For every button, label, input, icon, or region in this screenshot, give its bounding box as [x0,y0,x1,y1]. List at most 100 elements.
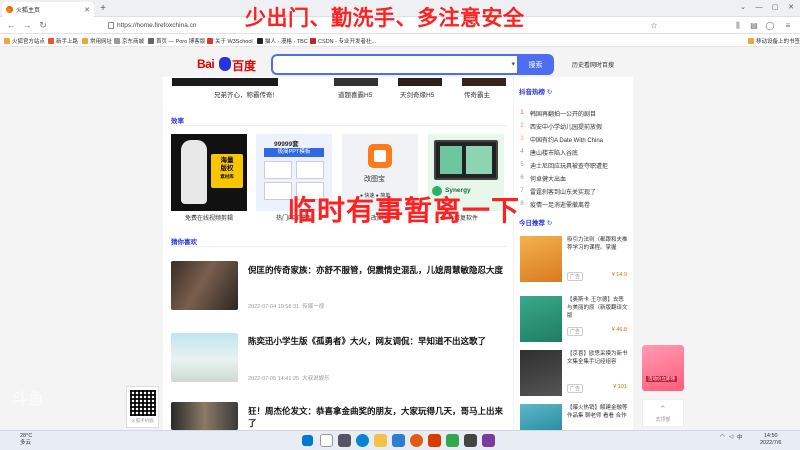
input-language[interactable]: 中 [737,433,743,441]
account-icon[interactable]: ◯ [764,19,776,32]
app-icon[interactable] [464,434,477,447]
ad-tag: 广告 [567,327,584,336]
mobile-bookmarks[interactable]: 移动设备上的书签 [748,36,800,45]
game-banner[interactable] [398,78,442,86]
news-item[interactable]: 倪匡的传奇家族：亦舒不服管，倪震情史混乱，儿媳周慧敏隐忍大度 2022-07-0… [171,260,511,315]
library-icon[interactable]: ⫼ [732,19,744,32]
book-title[interactable]: 【京喜】欧思采摸为新书文集全集手记经组容 [567,350,629,366]
bookmark-item[interactable]: 常用网址 [82,36,112,45]
file-explorer-icon[interactable] [374,434,387,447]
search-icon[interactable] [320,434,333,447]
game-label[interactable]: 传奇霸主 [464,89,490,99]
news-thumbnail[interactable] [171,333,238,382]
book-title[interactable]: 【曝火热销】解建金融等作品集 聊老师 看看 合作 [567,404,629,420]
book-title[interactable]: 【奥斯卡·王尔德】去恶与美丽的原（新版翻译文版 [567,296,629,320]
news-item[interactable]: 狂！周杰伦发文：恭喜拿金曲奖的朋友，大家玩得几天，哥马上出来了 [171,402,511,430]
game-label[interactable]: 天剑奇缘H5 [400,89,434,99]
bookmark-star-icon[interactable]: ☆ [648,19,660,32]
book-cover[interactable] [520,296,562,342]
search-input[interactable]: ▾ [271,54,519,75]
game-banner[interactable] [172,78,278,86]
store-icon[interactable] [392,434,405,447]
news-title[interactable]: 陈奕迅小学生版《孤勇者》大火，网友调侃：早知道不出这歌了 [248,335,508,347]
baidu-logo[interactable]: Bai 百度 [197,56,259,73]
hot-item[interactable]: 4 唐山楼市陷入谷底 [519,147,578,157]
bookmark-item[interactable]: 京东商城 [114,36,144,45]
stream-overlay-top: 少出门、勤洗手、多注意安全 [245,7,525,30]
ad-tag: 广告 [567,384,584,393]
wifi-icon[interactable]: ◠ [720,434,725,440]
game-label[interactable]: 兄弟齐心，称霸传奇! [214,89,274,99]
search-button[interactable]: 搜索 [517,54,554,75]
tab-list-icon[interactable]: ⌄ [736,1,750,15]
section-title-hot: 抖音热榜 ↻ [519,89,553,96]
bookmark-item[interactable]: 关于 W3School [207,36,253,45]
section-title-guess: 猜你喜欢 [171,239,197,246]
news-meta: 2022-07-04 19:58:31 传媒一视 [248,304,325,310]
app-icon[interactable] [446,434,459,447]
game-banner[interactable] [334,78,378,86]
hot-item[interactable]: 1 韩国再翻拍一公开的剧目 [519,108,596,118]
app-icon[interactable] [482,434,495,447]
edge-icon[interactable] [356,434,369,447]
bookmark-item[interactable]: 首页 — Poro 博客版 [148,36,205,45]
news-title[interactable]: 倪匡的传奇家族：亦舒不服管，倪震情史混乱，儿媳周慧敏隐忍大度 [248,264,508,276]
lock-icon [108,22,114,29]
volume-icon[interactable]: ◁ [729,434,733,440]
card-label[interactable]: 免费在线视频剪辑 [171,213,247,222]
hot-item[interactable]: 7 雷霆刹客到山东关实现了 [519,186,596,196]
url-bar[interactable]: https://home.firefoxchina.cn [108,20,258,31]
book-cover[interactable] [520,404,562,430]
game-label[interactable]: 道题喜霸H5 [338,89,372,99]
back-to-top-button[interactable]: ⌃ 去顶部 [642,399,684,427]
news-title[interactable]: 狂！周杰伦发文：恭喜拿金曲奖的朋友，大家玩得几天，哥马上出来了 [248,405,508,429]
app-icon[interactable] [428,434,441,447]
reload-icon[interactable]: ↻ [37,19,49,32]
book-item[interactable]: 吸引力法则（都跟和夫推荐学习的课程。掌握 广告 ¥ 14.9 [520,236,630,296]
system-tray[interactable]: ◠ ◁ 中 [720,433,743,441]
sidebar-icon[interactable]: ▤ [748,19,760,32]
news-item[interactable]: 陈奕迅小学生版《孤勇者》大火，网友调侃：早知道不出这歌了 2022-07-05 … [171,332,511,387]
hot-item[interactable]: 3 中国有约A Date With China [519,134,603,144]
hot-item[interactable]: 5 迪士尼回应玩具被查夺职遭拒 [519,160,608,170]
hot-item[interactable]: 2 西安中小学幼儿园提前放假 [519,121,602,131]
bookmark-item[interactable]: 猫人 · 漫格 · TBC [257,36,308,45]
close-tab-icon[interactable]: ✕ [84,6,90,14]
back-icon[interactable]: ← [5,19,17,32]
gaitubao-icon [368,144,392,168]
windows-start-icon[interactable] [302,435,313,446]
book-item[interactable]: 【曝火热销】解建金融等作品集 聊老师 看看 合作 [520,404,630,430]
news-thumbnail[interactable] [171,402,238,430]
chevron-down-icon[interactable]: ▾ [511,60,515,68]
settings-link[interactable]: 历史看网时百搜 [572,60,614,69]
book-price: ¥ 14.9 [611,272,627,278]
book-item[interactable]: 【京喜】欧思采摸为新书文集全集手记经组容 广告 ¥ 101 [520,350,630,410]
close-window-icon[interactable]: ✕ [784,1,798,15]
book-title[interactable]: 吸引力法则（都跟和夫推荐学习的课程。掌握 [567,236,629,252]
clock[interactable]: 14:50 2022/7/6 [760,433,781,447]
menu-icon[interactable]: ≡ [782,19,794,32]
weather-widget[interactable]: 28°C 多云 [20,433,32,447]
maximize-icon[interactable]: ▢ [768,1,782,15]
hot-item[interactable]: 6 何卓健大出血 [519,173,566,183]
qr-code-panel[interactable]: 火狐手机版 [126,386,159,428]
globe-icon [148,37,154,44]
folder-icon [82,37,88,44]
bookmark-item[interactable]: 火狐官方站点 [4,36,45,45]
book-item[interactable]: 【奥斯卡·王尔德】去恶与美丽的原（新版翻译文版 广告 ¥ 46.8 [520,296,630,356]
task-view-icon[interactable] [338,434,351,447]
firefox-taskbar-icon[interactable] [410,434,423,447]
hot-item[interactable]: 8 疫情一足消逝需撤离卷 [519,199,590,209]
tab-firefox-home[interactable]: 火狐主页 ✕ [2,2,94,17]
book-cover[interactable] [520,236,562,282]
news-thumbnail[interactable] [171,261,238,310]
new-tab-button[interactable]: + [97,2,109,15]
game-banner[interactable] [462,78,506,86]
minimize-icon[interactable]: — [752,1,766,15]
floating-ad[interactable]: 活动价立即领 [642,345,684,391]
book-cover[interactable] [520,350,562,396]
bookmark-item[interactable]: 新手上路 [48,36,78,45]
card-video-editor[interactable]: 海量 版权 素材库 [171,134,247,211]
bookmark-item[interactable]: CSDN - 专业开发者社... [310,36,376,45]
forward-icon[interactable]: → [21,19,33,32]
